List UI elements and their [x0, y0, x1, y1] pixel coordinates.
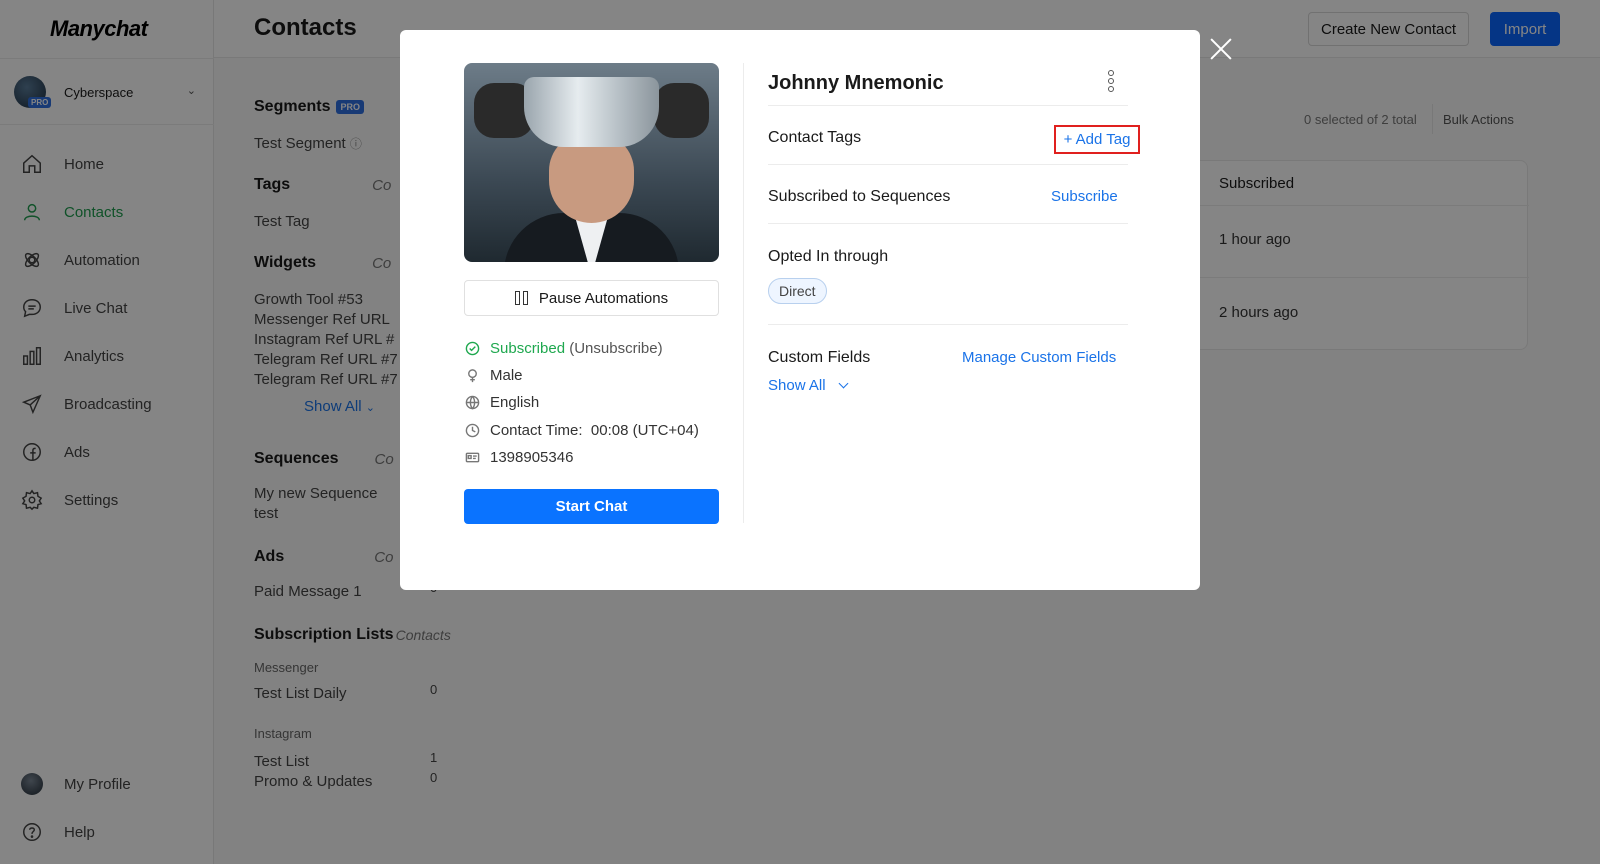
contact-id-row: 1398905346	[464, 447, 734, 467]
pause-automations-button[interactable]: Pause Automations	[464, 280, 719, 316]
manage-custom-fields-link[interactable]: Manage Custom Fields	[962, 349, 1116, 366]
contact-tags-label: Contact Tags	[768, 129, 862, 146]
sequences-label: Subscribed to Sequences	[768, 188, 951, 205]
clock-icon	[464, 422, 480, 438]
unsubscribe-link[interactable]: (Unsubscribe)	[569, 340, 662, 357]
contact-modal: Pause Automations Subscribed (Unsubscrib…	[400, 30, 1200, 590]
contact-photo	[464, 63, 719, 262]
contact-time-row: Contact Time: 00:08 (UTC+04)	[464, 420, 734, 440]
divider	[768, 324, 1128, 325]
more-options-icon[interactable]	[1106, 70, 1116, 92]
add-tag-button[interactable]: + Add Tag	[1054, 125, 1140, 154]
subscribed-status: Subscribed	[490, 339, 566, 357]
check-circle-icon	[464, 340, 480, 356]
custom-fields-label: Custom Fields	[768, 349, 871, 366]
subscription-status: Subscribed (Unsubscribe)	[464, 338, 734, 358]
globe-icon	[464, 394, 480, 410]
contact-name: Johnny Mnemonic	[768, 72, 944, 94]
start-chat-button[interactable]: Start Chat	[464, 489, 719, 524]
id-card-icon	[464, 449, 480, 465]
gender-row: Male	[464, 365, 734, 385]
gender-icon	[464, 367, 480, 383]
opted-in-label: Opted In through	[768, 248, 889, 265]
divider	[768, 105, 1128, 106]
close-icon[interactable]	[1208, 36, 1234, 62]
opted-in-chip: Direct	[768, 278, 827, 304]
pause-label: Pause Automations	[538, 289, 669, 307]
contact-time-value: 00:08 (UTC+04)	[590, 421, 699, 439]
gender-value: Male	[490, 366, 523, 384]
show-all-custom-fields-link[interactable]: Show All	[768, 377, 848, 394]
chevron-down-icon	[838, 378, 848, 389]
language-row: English	[464, 392, 734, 412]
pause-icon	[514, 291, 529, 305]
divider	[743, 63, 744, 523]
contact-time-label: Contact Time:	[490, 421, 583, 439]
subscribe-link[interactable]: Subscribe	[1051, 188, 1118, 205]
divider	[768, 223, 1128, 224]
contact-id-value: 1398905346	[490, 448, 574, 466]
divider	[768, 164, 1128, 165]
language-value: English	[490, 393, 540, 411]
